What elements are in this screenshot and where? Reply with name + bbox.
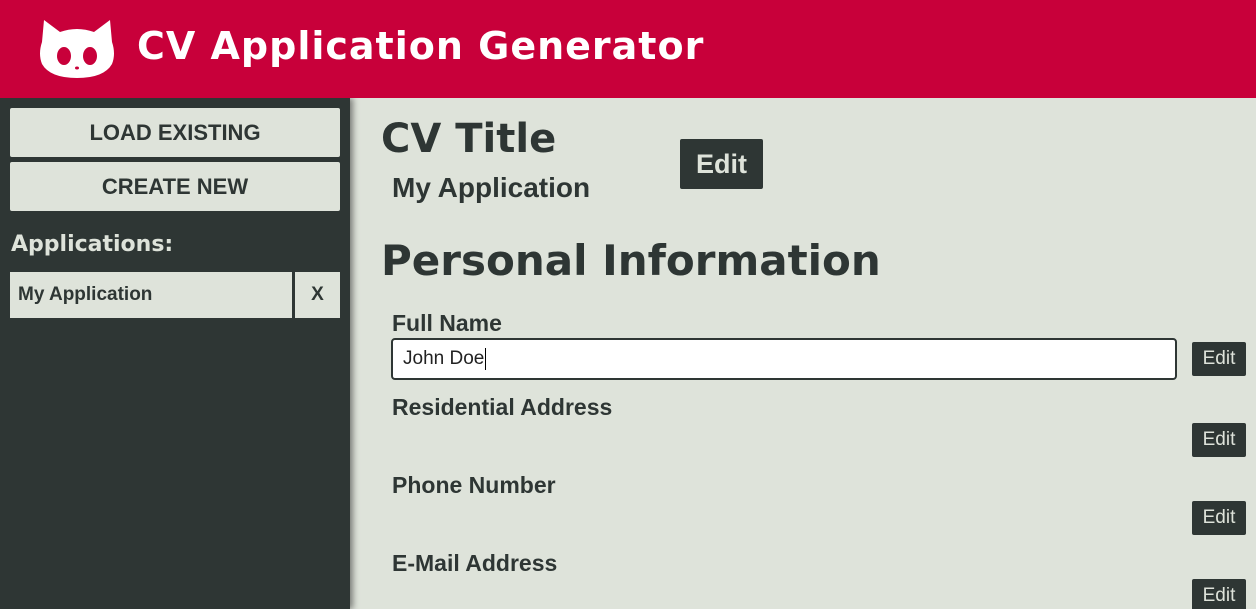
residential-address-edit-button[interactable]: Edit	[1192, 423, 1246, 457]
github-octocat-icon	[40, 20, 114, 78]
app-header: CV Application Generator	[0, 0, 1256, 98]
email-address-edit-button[interactable]: Edit	[1192, 579, 1246, 609]
phone-number-label: Phone Number	[392, 472, 556, 498]
residential-address-label: Residential Address	[392, 394, 613, 420]
full-name-label: Full Name	[392, 310, 502, 336]
main-content: CV Title My Application Edit Personal In…	[350, 98, 1256, 609]
cv-title-edit-button[interactable]: Edit	[680, 139, 763, 189]
load-existing-button[interactable]: LOAD EXISTING	[10, 108, 340, 157]
create-new-button[interactable]: CREATE NEW	[10, 162, 340, 211]
applications-heading: Applications:	[11, 232, 174, 257]
email-address-label: E-Mail Address	[392, 550, 558, 576]
delete-application-button[interactable]: X	[295, 272, 340, 318]
application-item[interactable]: My Application	[10, 272, 292, 318]
sidebar: LOAD EXISTING CREATE NEW Applications: M…	[0, 98, 350, 609]
full-name-input[interactable]: John Doe	[391, 338, 1177, 380]
text-caret	[485, 348, 487, 370]
cv-title-value: My Application	[392, 172, 591, 203]
personal-information-heading: Personal Information	[381, 236, 881, 285]
cv-title-heading: CV Title	[381, 116, 557, 162]
phone-number-edit-button[interactable]: Edit	[1192, 501, 1246, 535]
full-name-value: John Doe	[403, 348, 485, 369]
app-title: CV Application Generator	[137, 24, 705, 68]
full-name-edit-button[interactable]: Edit	[1192, 342, 1246, 376]
